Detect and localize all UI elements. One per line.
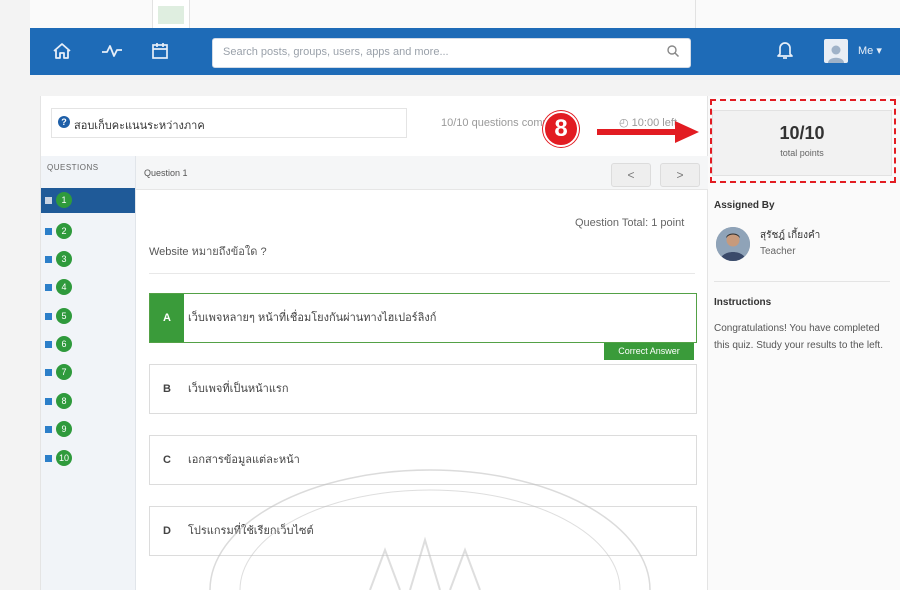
search-input[interactable] [213,39,643,65]
question-status-square [45,197,52,204]
quiz-title: สอบเก็บคะแนนระหว่างภาค [74,120,205,132]
question-status-square [45,284,52,291]
question-status-square [45,228,52,235]
instructions-heading: Instructions [714,297,772,308]
question-label: Question 1 [144,168,188,178]
highlight-dashed-box [710,99,896,183]
question-number-badge: 3 [56,251,72,267]
option-letter: B [163,383,171,395]
question-status-square [45,256,52,263]
divider [714,281,890,282]
user-menu-label: Me [858,45,874,57]
navbar: Me ▾ [30,28,900,75]
question-nav-item[interactable]: 6 [45,335,85,355]
question-number-badge: 5 [56,308,72,324]
prev-question-button[interactable]: < [611,163,651,187]
correct-answer-badge: Correct Answer [604,343,694,360]
question-number-badge: 6 [56,336,72,352]
notifications-bell-icon[interactable] [776,40,794,65]
question-number-badge: 4 [56,279,72,295]
question-status-square [45,455,52,462]
answer-option-b[interactable]: B เว็บเพจที่เป็นหน้าแรก [149,364,697,414]
question-number-badge: 2 [56,223,72,239]
question-nav-item[interactable]: 8 [45,392,85,412]
next-question-button[interactable]: > [660,163,700,187]
calendar-icon[interactable] [148,39,172,63]
quiz-icon: ? [58,116,70,128]
question-total: Question Total: 1 point [575,217,685,229]
question-nav-item[interactable]: 2 [45,222,85,242]
search-icon[interactable] [666,44,680,63]
top-divider [695,0,696,28]
option-text: เว็บเพจที่เป็นหน้าแรก [188,383,289,395]
question-number-badge: 9 [56,421,72,437]
question-status-square [45,398,52,405]
question-nav-item[interactable]: 5 [45,307,85,327]
user-avatar[interactable] [824,39,848,63]
instructions-text: Congratulations! You have completed this… [714,323,883,351]
chevron-down-icon: ▾ [876,45,882,57]
top-strip [30,0,900,28]
top-tab-highlight [158,6,184,24]
option-letter: A [150,294,184,342]
question-number-badge: 8 [56,393,72,409]
teacher-role: Teacher [760,246,796,257]
question-number-badge: 10 [56,450,72,466]
question-nav-item[interactable]: 10 [45,449,85,469]
question-nav-item[interactable]: 7 [45,363,85,383]
quiz-title-box: ? สอบเก็บคะแนนระหว่างภาค [51,108,407,138]
questions-sidebar: QUESTIONS 1 2 3 4 5 6 7 8 9 10 [41,156,136,590]
question-nav-item[interactable]: 1 [45,191,85,211]
divider [149,273,695,274]
question-number-badge: 1 [56,192,72,208]
question-number-badge: 7 [56,364,72,380]
question-header: Question 1 < > [136,156,709,190]
activity-icon[interactable] [100,39,124,63]
question-nav-item[interactable]: 4 [45,278,85,298]
teacher-name[interactable]: สุรัชฎ์ เกี้ยงคำ [760,228,820,243]
answer-option-a[interactable]: A เว็บเพจหลายๆ หน้าที่เชื่อมโยงกันผ่านทา… [149,293,697,343]
user-menu[interactable]: Me ▾ [858,44,882,57]
option-text: เว็บเพจหลายๆ หน้าที่เชื่อมโยงกันผ่านทางไ… [188,312,437,324]
question-status-square [45,426,52,433]
annotation-arrow-icon [597,121,699,143]
teacher-avatar [716,227,750,261]
questions-header: QUESTIONS [47,163,99,172]
right-panel: 10/10 total points Assigned By สุรัชฎ์ เ… [708,96,900,590]
question-nav-item[interactable]: 9 [45,420,85,440]
assigned-by-heading: Assigned By [714,200,775,211]
annotation-number-badge: 8 [543,111,579,147]
search-bar[interactable] [212,38,691,68]
home-icon[interactable] [50,39,74,63]
question-status-square [45,313,52,320]
question-text: Website หมายถึงข้อใด ? [149,246,267,258]
watermark-seal [209,469,651,590]
question-nav-item[interactable]: 3 [45,250,85,270]
question-status-square [45,369,52,376]
question-status-square [45,341,52,348]
